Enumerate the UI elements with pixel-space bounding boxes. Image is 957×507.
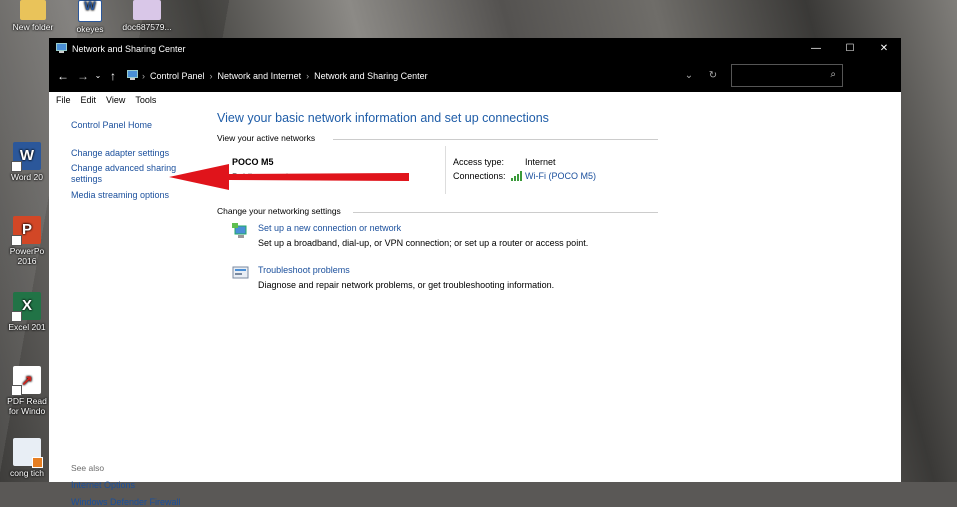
- search-input[interactable]: ⌕: [731, 64, 843, 87]
- troubleshoot-link[interactable]: Troubleshoot problems: [258, 265, 350, 275]
- wifi-signal-icon: [511, 171, 523, 181]
- desktop-icon-word[interactable]: W Word 20: [0, 142, 54, 182]
- access-type-value: Internet: [525, 157, 556, 167]
- desktop-icon-label: PDF Read for Windo: [7, 396, 47, 416]
- network-sharing-window: Network and Sharing Center — ☐ ✕ ← → ⌄ ↑…: [49, 38, 901, 507]
- setup-connection-link[interactable]: Set up a new connection or network: [258, 223, 401, 233]
- troubleshoot-desc: Diagnose and repair network problems, or…: [258, 280, 555, 290]
- network-divider: [445, 146, 446, 194]
- excel-icon: X: [11, 292, 41, 322]
- desktop-icon-new-folder[interactable]: New folder: [6, 0, 60, 32]
- breadcrumb-network-sharing-center[interactable]: Network and Sharing Center: [309, 71, 433, 81]
- change-settings-title: Change your networking settings: [217, 206, 341, 216]
- desktop-icon-label: PowerPo 2016: [9, 246, 45, 266]
- word-icon: W: [11, 142, 41, 172]
- menu-edit[interactable]: Edit: [81, 95, 97, 105]
- connections-label: Connections:: [453, 171, 506, 181]
- desktop-icon-cong-tich[interactable]: cong tich: [0, 438, 54, 478]
- media-streaming-options-link[interactable]: Media streaming options: [71, 190, 221, 200]
- desktop-icon-okeyes[interactable]: W okeyes: [63, 0, 117, 34]
- network-type: Public network: [232, 172, 291, 182]
- breadcrumb-network-internet[interactable]: Network and Internet: [213, 71, 307, 81]
- change-settings-header: Change your networking settings: [217, 206, 658, 218]
- change-advanced-sharing-link[interactable]: Change advanced sharing settings: [71, 163, 183, 185]
- left-sidebar: Control Panel Home Change adapter settin…: [71, 108, 221, 200]
- desktop-icon-label: Word 20: [11, 172, 43, 182]
- active-network-panel: POCO M5 Public network Access type: Inte…: [217, 145, 901, 195]
- maximize-button[interactable]: ☐: [833, 38, 867, 59]
- back-arrow-icon[interactable]: ←: [53, 69, 73, 83]
- control-panel-home-link[interactable]: Control Panel Home: [71, 120, 221, 130]
- menu-bar: File Edit View Tools: [49, 92, 901, 108]
- desktop-icon-excel[interactable]: X Excel 201: [0, 292, 54, 332]
- desktop-icon-label: Excel 201: [8, 322, 46, 332]
- task-new-connection: Set up a new connection or network Set u…: [217, 221, 901, 263]
- windows-defender-firewall-link[interactable]: Windows Defender Firewall: [71, 497, 221, 507]
- desktop-icon-powerpoint[interactable]: P PowerPo 2016: [0, 216, 54, 266]
- desktop-icon-doc[interactable]: doc687579...: [120, 0, 174, 32]
- powerpoint-icon: P: [11, 216, 41, 246]
- desktop-icon-label: doc687579...: [122, 22, 172, 32]
- desktop-icon-label: cong tich: [9, 468, 45, 478]
- forward-arrow-icon[interactable]: →: [73, 69, 93, 83]
- search-icon: ⌕: [830, 69, 836, 80]
- troubleshoot-icon: [232, 266, 249, 279]
- address-dropdown-chevron-icon[interactable]: ⌄: [677, 70, 701, 81]
- access-type-label: Access type:: [453, 157, 505, 167]
- active-networks-header: View your active networks: [217, 133, 658, 145]
- menu-file[interactable]: File: [56, 95, 71, 105]
- change-adapter-settings-link[interactable]: Change adapter settings: [71, 148, 221, 158]
- close-button[interactable]: ✕: [867, 38, 901, 59]
- up-arrow-icon[interactable]: ↑: [103, 69, 123, 83]
- setup-connection-desc: Set up a broadband, dial-up, or VPN conn…: [258, 238, 589, 248]
- page-title: View your basic network information and …: [217, 111, 549, 125]
- title-bar[interactable]: Network and Sharing Center — ☐ ✕: [49, 38, 901, 59]
- see-also-section: See also Internet Options Windows Defend…: [71, 463, 221, 507]
- menu-tools[interactable]: Tools: [135, 95, 156, 105]
- word-doc-icon: W: [78, 0, 102, 22]
- wifi-connection-link[interactable]: Wi-Fi (POCO M5): [525, 171, 596, 181]
- address-bar: ← → ⌄ ↑ › Control Panel › Network and In…: [49, 59, 901, 92]
- task-troubleshoot: Troubleshoot problems Diagnose and repai…: [217, 263, 901, 305]
- new-connection-icon: [232, 223, 247, 238]
- pdf-icon: ↗: [11, 366, 41, 396]
- network-name: POCO M5: [232, 157, 274, 167]
- breadcrumb-control-panel[interactable]: Control Panel: [145, 71, 210, 81]
- active-networks-title: View your active networks: [217, 133, 316, 143]
- desktop-icon-label: New folder: [12, 22, 54, 32]
- minimize-button[interactable]: —: [799, 38, 833, 59]
- content-area: Control Panel Home Change adapter settin…: [49, 108, 901, 507]
- menu-view[interactable]: View: [106, 95, 125, 105]
- recent-locations-chevron-icon[interactable]: ⌄: [93, 71, 103, 80]
- address-path[interactable]: › Control Panel › Network and Internet ›…: [127, 64, 725, 87]
- desktop-icon-label: okeyes: [76, 24, 104, 34]
- image-file-icon: [13, 438, 43, 468]
- network-center-icon: [56, 43, 67, 53]
- refresh-icon[interactable]: ↻: [701, 70, 725, 81]
- see-also-title: See also: [71, 463, 105, 473]
- window-title: Network and Sharing Center: [72, 43, 186, 54]
- main-panel: View your basic network information and …: [217, 108, 901, 305]
- image-file-icon: [133, 0, 161, 20]
- folder-icon: [20, 0, 46, 20]
- desktop-icon-pdf-reader[interactable]: ↗ PDF Read for Windo: [0, 366, 54, 416]
- control-panel-icon: [127, 70, 138, 80]
